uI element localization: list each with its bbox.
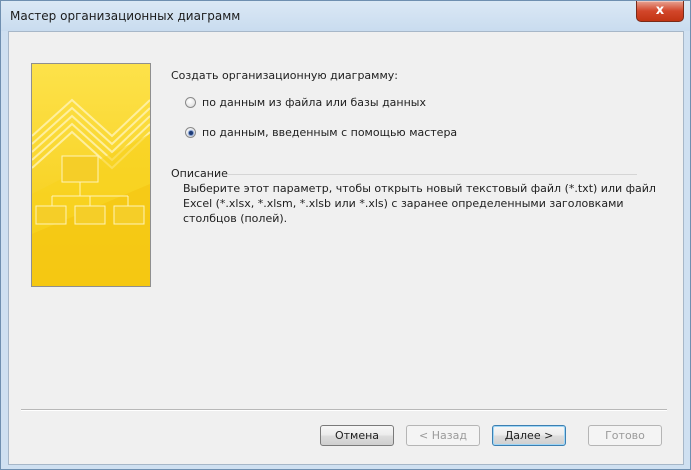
- radio-button[interactable]: [185, 97, 196, 108]
- close-icon: x: [655, 3, 665, 18]
- org-chart-illustration: [31, 63, 151, 287]
- title-bar[interactable]: Мастер организационных диаграмм x: [1, 1, 690, 31]
- footer-divider: [21, 409, 667, 411]
- prompt-label: Создать организационную диаграмму:: [171, 69, 398, 82]
- description-text: Выберите этот параметр, чтобы открыть но…: [183, 182, 656, 225]
- finish-button[interactable]: Готово: [588, 425, 662, 446]
- next-button[interactable]: Далее >: [492, 425, 566, 446]
- cancel-button[interactable]: Отмена: [320, 425, 394, 446]
- description-divider: [227, 174, 637, 175]
- wizard-body: Создать организационную диаграмму: по да…: [8, 31, 684, 465]
- window-title: Мастер организационных диаграмм: [10, 9, 241, 23]
- radio-button-selected[interactable]: [185, 127, 196, 138]
- option-from-wizard[interactable]: по данным, введенным с помощью мастера: [185, 126, 457, 139]
- wizard-window: Мастер организационных диаграмм x Создат…: [0, 0, 691, 470]
- close-button[interactable]: x: [636, 1, 684, 22]
- description-heading: Описание: [171, 167, 228, 180]
- option-from-file[interactable]: по данным из файла или базы данных: [185, 96, 426, 109]
- option-label[interactable]: по данным из файла или базы данных: [202, 96, 426, 109]
- option-label[interactable]: по данным, введенным с помощью мастера: [202, 126, 457, 139]
- back-button[interactable]: < Назад: [406, 425, 480, 446]
